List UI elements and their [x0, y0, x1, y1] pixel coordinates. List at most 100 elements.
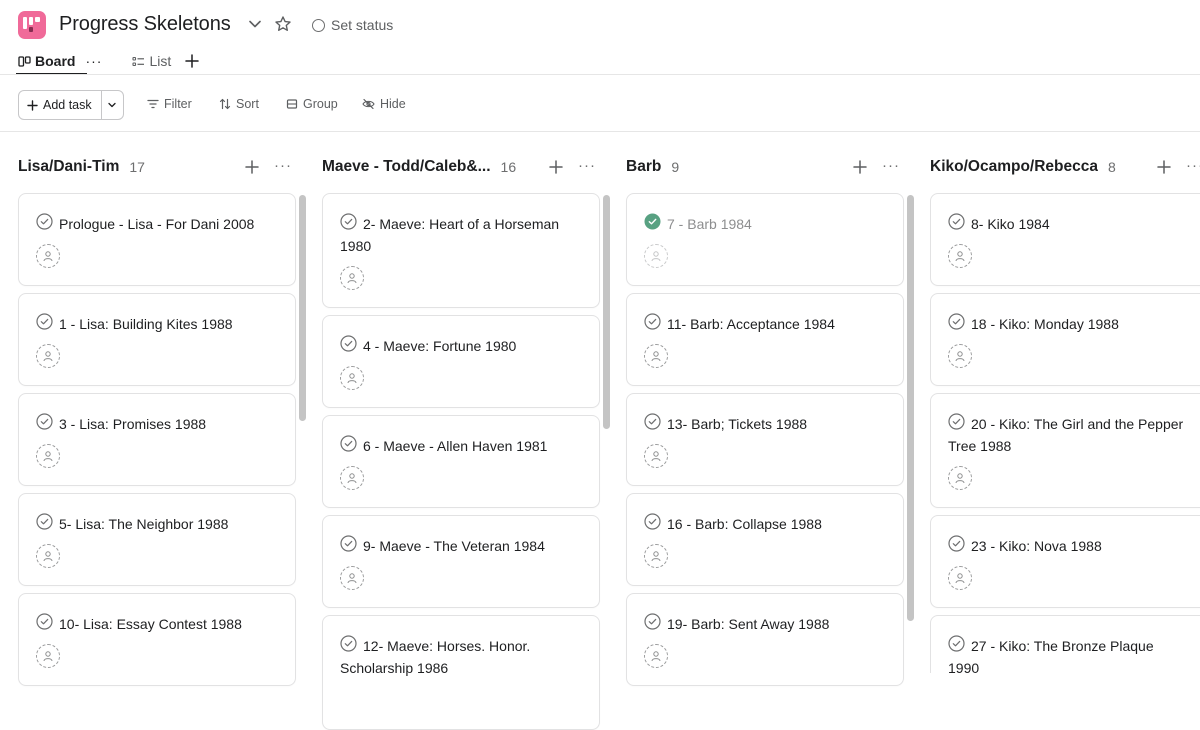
tab-list[interactable]: List: [132, 48, 171, 74]
unassigned-user-icon[interactable]: [340, 566, 364, 590]
tab-board[interactable]: Board: [15, 48, 89, 75]
task-card[interactable]: 1 - Lisa: Building Kites 1988: [18, 293, 296, 386]
add-card-plus-icon[interactable]: [245, 160, 259, 174]
column-more-icon[interactable]: ···: [882, 157, 900, 174]
task-title: 4 - Maeve: Fortune 1980: [363, 338, 517, 354]
column-title[interactable]: Barb: [626, 158, 661, 176]
unassigned-user-icon[interactable]: [644, 544, 668, 568]
task-card[interactable]: 16 - Barb: Collapse 1988: [626, 493, 904, 586]
unassigned-user-icon[interactable]: [340, 266, 364, 290]
unassigned-user-icon[interactable]: [36, 444, 60, 468]
column-count: 8: [1107, 159, 1116, 175]
task-card[interactable]: 10- Lisa: Essay Contest 1988: [18, 593, 296, 686]
task-card[interactable]: 2- Maeve: Heart of a Horseman 1980: [322, 193, 600, 308]
column-title[interactable]: Maeve - Todd/Caleb&...: [322, 158, 491, 176]
task-card[interactable]: Prologue - Lisa - For Dani 2008: [18, 193, 296, 286]
sort-button[interactable]: Sort: [219, 95, 259, 113]
chevron-down-icon[interactable]: [246, 15, 264, 33]
sort-icon: [219, 98, 231, 110]
task-card[interactable]: 6 - Maeve - Allen Haven 1981: [322, 415, 600, 508]
column-scrollbar[interactable]: [299, 195, 306, 421]
unassigned-user-icon[interactable]: [36, 644, 60, 668]
project-title[interactable]: Progress Skeletons: [59, 13, 231, 36]
task-card[interactable]: 23 - Kiko: Nova 1988: [930, 515, 1200, 608]
filter-icon: [147, 99, 159, 109]
group-label: Group: [303, 97, 338, 111]
column-title[interactable]: Lisa/Dani-Tim: [18, 158, 119, 176]
unassigned-user-icon[interactable]: [948, 566, 972, 590]
add-card-plus-icon[interactable]: [853, 160, 867, 174]
check-circle-icon[interactable]: [948, 535, 965, 552]
check-circle-icon[interactable]: [36, 513, 53, 530]
check-circle-icon[interactable]: [948, 213, 965, 230]
check-circle-icon[interactable]: [36, 413, 53, 430]
group-button[interactable]: Group: [286, 95, 338, 113]
tab-options-icon[interactable]: ···: [85, 53, 102, 69]
project-logo-icon[interactable]: [18, 11, 46, 39]
unassigned-user-icon[interactable]: [644, 344, 668, 368]
add-task-dropdown-button[interactable]: [102, 91, 123, 119]
check-circle-icon[interactable]: [948, 313, 965, 330]
unassigned-user-icon[interactable]: [948, 244, 972, 268]
add-card-plus-icon[interactable]: [549, 160, 563, 174]
add-task-button[interactable]: Add task: [19, 91, 102, 119]
task-card[interactable]: 11- Barb: Acceptance 1984: [626, 293, 904, 386]
unassigned-user-icon[interactable]: [948, 344, 972, 368]
add-card-plus-icon[interactable]: [1157, 160, 1171, 174]
star-icon[interactable]: [274, 15, 292, 33]
column-scrollbar[interactable]: [907, 195, 914, 621]
unassigned-user-icon[interactable]: [644, 444, 668, 468]
unassigned-user-icon[interactable]: [340, 466, 364, 490]
check-circle-icon[interactable]: [340, 435, 357, 452]
task-card[interactable]: 19- Barb: Sent Away 1988: [626, 593, 904, 686]
task-card[interactable]: 9- Maeve - The Veteran 1984: [322, 515, 600, 608]
add-tab-plus-icon[interactable]: [185, 54, 199, 68]
unassigned-user-icon[interactable]: [644, 644, 668, 668]
column-title[interactable]: Kiko/Ocampo/Rebecca: [930, 158, 1098, 176]
plus-icon: [27, 99, 38, 111]
check-circle-icon[interactable]: [340, 535, 357, 552]
check-circle-icon[interactable]: [644, 313, 661, 330]
task-card[interactable]: 7 - Barb 1984: [626, 193, 904, 286]
unassigned-user-icon[interactable]: [948, 466, 972, 490]
unassigned-user-icon[interactable]: [36, 544, 60, 568]
column-more-icon[interactable]: ···: [274, 157, 292, 174]
column-more-icon[interactable]: ···: [1186, 157, 1200, 174]
task-card[interactable]: 13- Barb; Tickets 1988: [626, 393, 904, 486]
check-circle-icon[interactable]: [36, 313, 53, 330]
set-status-button[interactable]: Set status: [312, 16, 393, 34]
task-card[interactable]: 4 - Maeve: Fortune 1980: [322, 315, 600, 408]
column-count: 9: [671, 159, 680, 175]
sort-label: Sort: [236, 97, 259, 111]
check-circle-icon[interactable]: [36, 613, 53, 630]
unassigned-user-icon[interactable]: [340, 366, 364, 390]
check-circle-icon[interactable]: [644, 613, 661, 630]
column-scrollbar[interactable]: [603, 195, 610, 429]
tab-list-label: List: [149, 53, 172, 69]
chevron-down-icon: [108, 102, 116, 108]
completed-check-circle-icon[interactable]: [644, 213, 661, 230]
task-card[interactable]: 5- Lisa: The Neighbor 1988: [18, 493, 296, 586]
column-more-icon[interactable]: ···: [578, 157, 596, 174]
task-card[interactable]: 27 - Kiko: The Bronze Plaque 1990: [930, 615, 1200, 673]
check-circle-icon[interactable]: [340, 335, 357, 352]
unassigned-user-icon[interactable]: [36, 344, 60, 368]
check-circle-icon[interactable]: [644, 513, 661, 530]
task-card[interactable]: 18 - Kiko: Monday 1988: [930, 293, 1200, 386]
board-column: Kiko/Ocampo/Rebecca 8 ··· 8- Kiko 1984 1…: [930, 133, 1200, 673]
board-icon: [18, 55, 31, 67]
filter-button[interactable]: Filter: [147, 95, 192, 113]
task-card[interactable]: 3 - Lisa: Promises 1988: [18, 393, 296, 486]
board-toolbar: Add task Filter Sort Group Hide: [0, 75, 1200, 132]
task-card[interactable]: 8- Kiko 1984: [930, 193, 1200, 286]
check-circle-icon[interactable]: [36, 213, 53, 230]
column-header: Kiko/Ocampo/Rebecca 8 ···: [930, 157, 1200, 177]
task-card[interactable]: 20 - Kiko: The Girl and the Pepper Tree …: [930, 393, 1200, 508]
task-title: 8- Kiko 1984: [971, 216, 1050, 232]
column-header: Lisa/Dani-Tim 17 ···: [18, 157, 298, 177]
column-header: Barb 9 ···: [626, 157, 906, 177]
hide-button[interactable]: Hide: [362, 95, 406, 113]
unassigned-user-icon[interactable]: [644, 244, 668, 268]
check-circle-icon[interactable]: [644, 413, 661, 430]
unassigned-user-icon[interactable]: [36, 244, 60, 268]
